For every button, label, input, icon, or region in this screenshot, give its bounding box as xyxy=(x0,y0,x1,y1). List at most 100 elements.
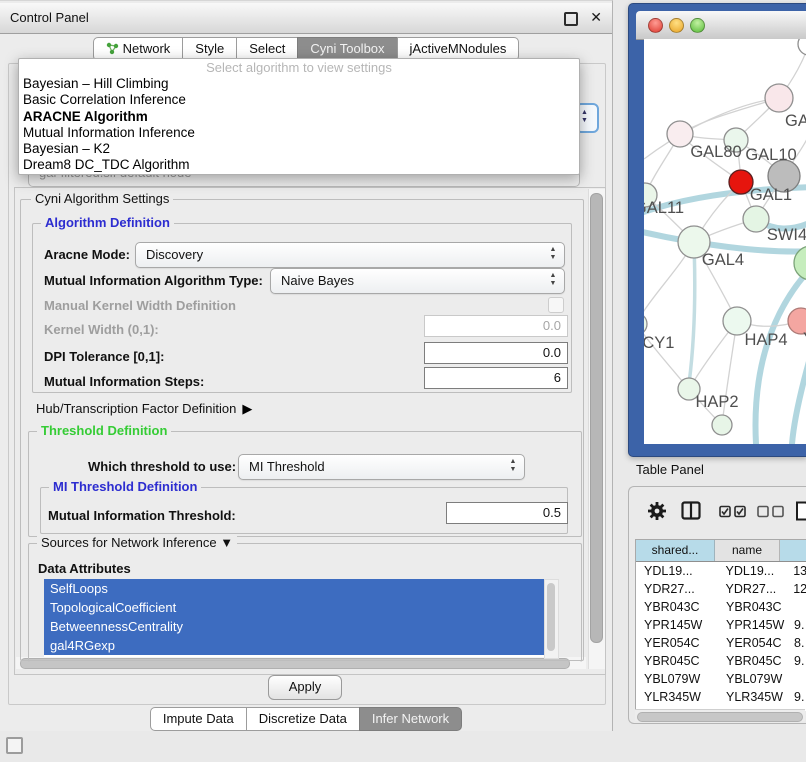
table-body[interactable]: YDL19...YDL19...13 YDR27...YDR27...12 YB… xyxy=(636,562,806,710)
node-labels: GAL GAL80 GAL10 GAL1 GAL11 SWI4 GAL4 GCY… xyxy=(644,112,806,411)
select-all-checkboxes-icon[interactable] xyxy=(719,505,747,518)
mi-type-label: Mutual Information Algorithm Type: xyxy=(44,273,263,288)
node-label: GAL11 xyxy=(644,199,684,217)
node-gcy1[interactable] xyxy=(644,313,647,335)
node-gal80[interactable] xyxy=(667,121,693,147)
tab-impute-data-label: Impute Data xyxy=(163,711,234,726)
table-row[interactable]: YER054CYER054C8. xyxy=(636,634,806,652)
mi-steps-value: 6 xyxy=(554,370,561,385)
window-close-button[interactable] xyxy=(648,18,663,33)
node-label: HAP4 xyxy=(744,331,787,349)
node-label: GAL80 xyxy=(690,143,741,161)
network-view-window[interactable]: GAL GAL80 GAL10 GAL1 GAL11 SWI4 GAL4 GCY… xyxy=(628,3,806,457)
tab-infer-network-label: Infer Network xyxy=(372,711,449,726)
network-canvas[interactable]: GAL GAL80 GAL10 GAL1 GAL11 SWI4 GAL4 GCY… xyxy=(644,39,806,444)
table-header-row: shared... name xyxy=(636,540,806,562)
restore-panel-icon[interactable] xyxy=(6,737,23,754)
list-item[interactable]: TopologicalCoefficient xyxy=(44,598,544,617)
table-horizontal-scrollbar-thumb[interactable] xyxy=(637,712,803,722)
column-header-partial[interactable] xyxy=(780,540,806,561)
deselect-all-checkboxes-icon[interactable] xyxy=(757,505,785,518)
menu-item[interactable]: Basic Correlation Inference xyxy=(19,92,579,108)
which-threshold-combo[interactable]: MI Threshold ▲▼ xyxy=(238,454,525,480)
tab-infer-network[interactable]: Infer Network xyxy=(359,707,462,731)
list-scrollbar-thumb[interactable] xyxy=(547,583,555,651)
node[interactable] xyxy=(765,84,793,112)
mi-type-combo[interactable]: Naive Bayes ▲▼ xyxy=(270,268,565,294)
dpi-tolerance-label: DPI Tolerance [0,1]: xyxy=(44,349,164,364)
kernel-width-field[interactable]: 0.0 xyxy=(424,315,568,337)
network-icon xyxy=(106,42,119,55)
table-row[interactable]: YLR345WYLR345W9. xyxy=(636,688,806,706)
hub-definition-label: Hub/Transcription Factor Definition xyxy=(36,401,236,416)
aracne-mode-combo[interactable]: Discovery ▲▼ xyxy=(135,242,565,268)
node-label: GAL10 xyxy=(745,146,796,164)
list-scrollbar[interactable] xyxy=(544,579,559,659)
window-zoom-button[interactable] xyxy=(690,18,705,33)
table-row[interactable]: YDL19...YDL19...13 xyxy=(636,562,806,580)
close-icon[interactable]: ✕ xyxy=(590,9,602,26)
mi-threshold-field[interactable]: 0.5 xyxy=(446,502,568,524)
apply-button[interactable]: Apply xyxy=(268,675,342,700)
data-attributes-list[interactable]: SelfLoops TopologicalCoefficient Between… xyxy=(44,579,544,657)
mi-type-value: Naive Bayes xyxy=(281,273,354,288)
document-icon[interactable] xyxy=(795,501,806,521)
table-horizontal-scrollbar[interactable] xyxy=(635,709,805,721)
mi-steps-field[interactable]: 6 xyxy=(424,367,568,389)
expand-right-icon: ▶ xyxy=(242,401,252,417)
menu-item[interactable]: Dream8 DC_TDC Algorithm xyxy=(19,157,579,173)
dpi-tolerance-value: 0.0 xyxy=(543,345,561,360)
edge-teal-thin xyxy=(688,244,695,391)
table-row[interactable]: YBR043CYBR043C xyxy=(636,598,806,616)
aracne-mode-value: Discovery xyxy=(146,247,203,262)
tab-cyni-toolbox-label: Cyni Toolbox xyxy=(310,41,384,56)
table-row[interactable]: YPR145WYPR145W9. xyxy=(636,616,806,634)
network-graph: GAL GAL80 GAL10 GAL1 GAL11 SWI4 GAL4 GCY… xyxy=(644,39,806,444)
column-header-shared-name[interactable]: shared... xyxy=(636,540,715,561)
combo-arrows-icon: ▲▼ xyxy=(549,246,557,262)
table-row[interactable]: YDR27...YDR27...12 xyxy=(636,580,806,598)
tab-style-label: Style xyxy=(195,41,224,56)
vertical-scrollbar-thumb[interactable] xyxy=(590,193,603,643)
manual-kernel-checkbox[interactable] xyxy=(548,297,564,313)
threshold-definition-title: Threshold Definition xyxy=(37,423,171,438)
float-window-icon[interactable] xyxy=(564,12,578,26)
tab-select-label: Select xyxy=(249,41,285,56)
window-minimize-button[interactable] xyxy=(669,18,684,33)
column-layout-icon[interactable] xyxy=(681,501,701,520)
algorithm-dropdown-popup: Select algorithm to view settings Bayesi… xyxy=(18,58,580,175)
sources-title: Sources for Network Inference xyxy=(41,535,217,550)
tab-discretize-data-label: Discretize Data xyxy=(259,711,347,726)
aracne-mode-label: Aracne Mode: xyxy=(44,247,130,262)
menu-item-aracne[interactable]: ARACNE Algorithm xyxy=(19,109,579,125)
node-label: HAP2 xyxy=(695,393,738,411)
kernel-width-label: Kernel Width (0,1): xyxy=(44,322,159,337)
mi-threshold-value: 0.5 xyxy=(543,505,561,520)
node[interactable] xyxy=(798,39,806,55)
menu-item[interactable]: Mutual Information Inference xyxy=(19,125,579,141)
bottom-tabbar: Impute Data Discretize Data Infer Networ… xyxy=(0,707,612,731)
node-gal1[interactable] xyxy=(743,206,769,232)
sources-toggle[interactable]: Sources for Network Inference ▼ xyxy=(37,535,237,550)
gear-icon[interactable] xyxy=(647,501,667,521)
node-label: GAL4 xyxy=(702,251,744,269)
list-item[interactable]: gal4RGexp xyxy=(44,636,544,655)
node-attribute-table[interactable]: shared... name YDL19...YDL19...13 YDR27.… xyxy=(635,539,806,711)
menu-item[interactable]: Bayesian – Hill Climbing xyxy=(19,76,579,92)
tab-discretize-data[interactable]: Discretize Data xyxy=(246,707,360,731)
control-panel-title: Control Panel xyxy=(10,10,89,25)
list-item[interactable]: BetweennessCentrality xyxy=(44,617,544,636)
column-header-name[interactable]: name xyxy=(715,540,780,561)
list-item[interactable]: SelfLoops xyxy=(44,579,544,598)
node[interactable] xyxy=(712,415,732,435)
tab-impute-data[interactable]: Impute Data xyxy=(150,707,247,731)
data-attributes-label: Data Attributes xyxy=(38,561,131,576)
node-label: GCY1 xyxy=(644,334,674,352)
network-window-titlebar[interactable] xyxy=(636,11,806,40)
table-row[interactable]: YBL079WYBL079W xyxy=(636,670,806,688)
kernel-width-value: 0.0 xyxy=(543,318,561,333)
table-row[interactable]: YBR045CYBR045C9. xyxy=(636,652,806,670)
menu-item[interactable]: Bayesian – K2 xyxy=(19,141,579,157)
dpi-tolerance-field[interactable]: 0.0 xyxy=(424,342,568,364)
hub-definition-toggle[interactable]: Hub/Transcription Factor Definition ▶ xyxy=(36,401,252,417)
